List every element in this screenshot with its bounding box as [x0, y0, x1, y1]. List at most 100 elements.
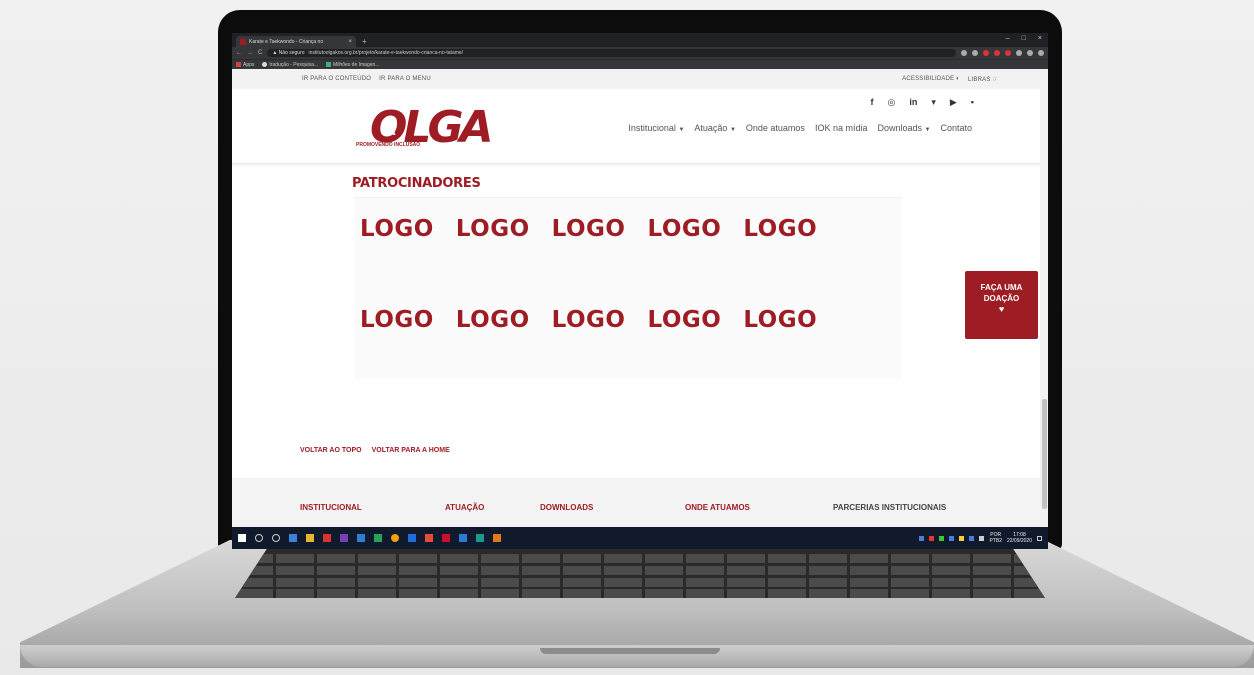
volume-icon[interactable]: [979, 535, 985, 541]
back-to-top-link[interactable]: VOLTAR AO TOPO: [300, 447, 362, 454]
reload-icon[interactable]: C: [258, 50, 262, 56]
accessibility-bar: IR PARA O CONTEÚDO IR PARA O MENU ACESSI…: [232, 69, 1048, 89]
twitter-icon[interactable]: ▾: [931, 97, 936, 108]
windows-taskbar: POR PTB2 17:08 22/09/2020: [232, 527, 1048, 549]
bookmark-traducao[interactable]: tradução - Pesquisa...: [262, 62, 318, 68]
tray-icon[interactable]: [949, 535, 955, 541]
sponsor-logo[interactable]: LOGO: [552, 216, 626, 242]
profile-icon[interactable]: [1027, 50, 1033, 56]
window-controls: – □ ×: [1006, 35, 1042, 42]
sponsor-logo[interactable]: LOGO: [552, 307, 626, 333]
site-logo[interactable]: OLGA k PROMOVENDO INCLUSÃO: [356, 106, 494, 150]
cortana-icon[interactable]: [272, 534, 280, 542]
app-icon[interactable]: [425, 534, 433, 542]
app-icon[interactable]: [493, 534, 501, 542]
address-bar[interactable]: ▲ Não seguro institutoolgakos.org.br/pro…: [267, 49, 956, 57]
task-view-icon[interactable]: [289, 534, 297, 542]
footer-atuacao[interactable]: ATUAÇÃO: [445, 503, 540, 512]
footer-institucional[interactable]: INSTITUCIONAL: [300, 503, 445, 512]
footer-parcerias[interactable]: PARCERIAS INSTITUCIONAIS: [833, 503, 946, 512]
footer-downloads[interactable]: DOWNLOADS: [540, 503, 685, 512]
laptop-notch: [540, 648, 720, 654]
app-icon[interactable]: [374, 534, 382, 542]
sponsor-logo[interactable]: LOGO: [360, 216, 434, 242]
extension-icon[interactable]: [1005, 50, 1011, 56]
nav-iok-na-midia[interactable]: IOK na mídia: [815, 123, 868, 133]
puzzle-icon[interactable]: [1016, 50, 1022, 56]
libras-link[interactable]: LIBRAS ☞: [968, 76, 998, 83]
scrollbar-thumb[interactable]: [1042, 399, 1047, 509]
maximize-icon[interactable]: □: [1022, 35, 1026, 42]
tray-icon[interactable]: [929, 535, 935, 541]
back-to-home-link[interactable]: VOLTAR PARA A HOME: [372, 447, 450, 454]
facebook-icon[interactable]: f: [870, 97, 873, 108]
extension-icon[interactable]: [994, 50, 1000, 56]
bookmark-imagens[interactable]: Milhões de Imagen...: [326, 62, 379, 68]
sponsor-logo[interactable]: LOGO: [647, 216, 721, 242]
bookmark-apps[interactable]: Apps: [236, 62, 254, 68]
footer-onde-atuamos[interactable]: ONDE ATUAMOS: [685, 503, 833, 512]
address-toolbar: ← → C ▲ Não seguro institutoolgakos.org.…: [232, 47, 1048, 59]
sponsor-logo-row: LOGO LOGO LOGO LOGO LOGO: [360, 216, 817, 242]
sponsor-logo[interactable]: LOGO: [456, 307, 530, 333]
tab-title: Karate e Taekwondo - Criança no: [249, 38, 324, 45]
url-text[interactable]: institutoolgakos.org.br/projeto/karate-e…: [309, 50, 464, 56]
skip-to-menu-link[interactable]: IR PARA O MENU: [379, 76, 431, 82]
extension-icon[interactable]: [983, 50, 989, 56]
notifications-icon[interactable]: [1037, 535, 1042, 541]
sponsor-logo-row: LOGO LOGO LOGO LOGO LOGO: [360, 307, 817, 333]
sponsor-logo[interactable]: LOGO: [456, 216, 530, 242]
forward-icon[interactable]: →: [247, 50, 253, 56]
windows-start-icon[interactable]: [238, 534, 246, 542]
flickr-icon[interactable]: ▪: [971, 97, 974, 108]
file-explorer-icon[interactable]: [306, 534, 314, 542]
search-icon[interactable]: [255, 534, 263, 542]
wifi-icon[interactable]: [969, 535, 975, 541]
nav-contato[interactable]: Contato: [940, 123, 972, 133]
close-tab-icon[interactable]: ×: [348, 39, 352, 45]
app-icon[interactable]: [340, 534, 348, 542]
word-icon[interactable]: [459, 534, 467, 542]
sponsor-logo[interactable]: LOGO: [743, 307, 817, 333]
tray-icon[interactable]: [939, 535, 945, 541]
linkedin-icon[interactable]: in: [909, 97, 917, 108]
zoom-icon[interactable]: [961, 50, 967, 56]
logo-tagline: PROMOVENDO INCLUSÃO: [356, 142, 421, 148]
app-icon[interactable]: [408, 534, 416, 542]
nav-downloads[interactable]: Downloads ▼: [877, 123, 930, 133]
browser-tab[interactable]: Karate e Taekwondo - Criança no ×: [236, 36, 356, 47]
sponsor-logo[interactable]: LOGO: [360, 307, 434, 333]
youtube-icon[interactable]: ▶: [950, 97, 957, 108]
tray-icon[interactable]: [919, 535, 925, 541]
star-icon[interactable]: [972, 50, 978, 56]
donate-button[interactable]: FAÇA UMA DOAÇÃO ♥: [965, 271, 1038, 339]
menu-icon[interactable]: [1038, 50, 1044, 56]
input-language[interactable]: POR PTB2: [989, 532, 1002, 544]
nav-onde-atuamos[interactable]: Onde atuamos: [746, 123, 805, 133]
donate-line1: FAÇA UMA: [980, 283, 1023, 292]
page-scrollbar[interactable]: [1040, 69, 1048, 527]
sponsor-logo[interactable]: LOGO: [647, 307, 721, 333]
instagram-icon[interactable]: ◎: [887, 97, 895, 108]
edge-icon[interactable]: [357, 534, 365, 542]
security-indicator[interactable]: ▲ Não seguro: [272, 50, 304, 56]
nav-institucional[interactable]: Institucional ▼: [628, 123, 684, 133]
clock[interactable]: 17:08 22/09/2020: [1007, 532, 1032, 544]
skip-to-content-link[interactable]: IR PARA O CONTEÚDO: [302, 76, 371, 82]
back-icon[interactable]: ←: [236, 50, 242, 56]
extension-icons: [961, 50, 1044, 56]
app-icon[interactable]: [476, 534, 484, 542]
accessibility-link[interactable]: ACESSIBILIDADE ◐: [902, 76, 960, 83]
close-window-icon[interactable]: ×: [1038, 35, 1042, 42]
nav-atuacao[interactable]: Atuação ▼: [694, 123, 736, 133]
section-title: PATROCINADORES: [352, 176, 481, 191]
laptop-keyboard: [235, 548, 1045, 598]
app-icon[interactable]: [323, 534, 331, 542]
minimize-icon[interactable]: –: [1006, 35, 1010, 42]
acrobat-icon[interactable]: [442, 534, 450, 542]
site-footer: INSTITUCIONAL ATUAÇÃO DOWNLOADS ONDE ATU…: [232, 478, 1048, 527]
new-tab-button[interactable]: +: [362, 37, 367, 46]
tray-icon[interactable]: [959, 535, 965, 541]
sponsor-logo[interactable]: LOGO: [743, 216, 817, 242]
chrome-icon[interactable]: [391, 534, 399, 542]
